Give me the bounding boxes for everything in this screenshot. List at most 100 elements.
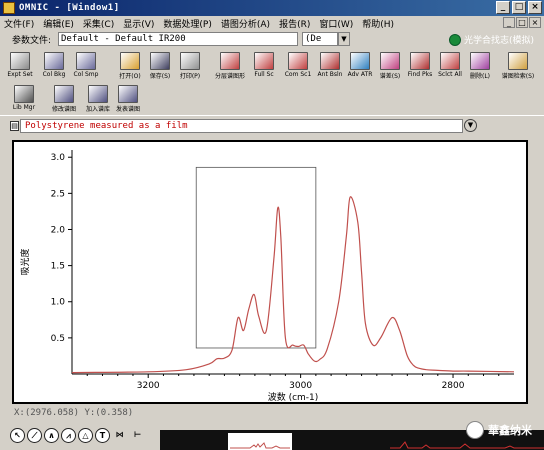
spectrum-title-row: ▤ Polystyrene measured as a film ▼ [0, 116, 544, 136]
toolbar-button-label: Lib Mgr [12, 104, 36, 111]
peak-area-tool-icon[interactable]: ⩘ [61, 428, 76, 443]
spectrum-title-field[interactable]: Polystyrene measured as a film [20, 119, 463, 133]
mdi-minimize-button[interactable]: _ [503, 17, 515, 28]
toolbar-button-2[interactable]: Col Smp [68, 52, 104, 82]
toolbar-button-label: Full Sc [254, 71, 274, 78]
mdi-close-button[interactable]: × [529, 17, 541, 28]
collect-sample-icon [76, 52, 96, 70]
x-tick-label: 3200 [137, 381, 160, 391]
menu-analyze[interactable]: 谱图分析(A) [221, 17, 270, 30]
chevron-down-icon[interactable]: ▼ [338, 32, 350, 46]
coordinate-readout: X:(2976.058) Y:(0.358) [14, 408, 134, 418]
toolbar-button-8[interactable]: Com Sc1 [280, 52, 316, 82]
toolbar-button-0[interactable]: Expt Set [2, 52, 38, 82]
printer-icon [180, 52, 200, 70]
toolbar-button-label: 分层谱图形 [214, 73, 245, 80]
menu-bar: 文件(F) 编辑(E) 采集(C) 显示(V) 数据处理(P) 谱图分析(A) … [0, 16, 544, 30]
open-folder-icon [120, 52, 140, 70]
collect-background-icon [44, 52, 64, 70]
delete-icon [470, 52, 490, 70]
toolbar-button-label: Ant Bsln [317, 71, 343, 78]
menu-edit[interactable]: 编辑(E) [43, 17, 74, 30]
toolbar-button-label: Col Bkg [42, 71, 66, 78]
selection-rectangle[interactable] [195, 166, 317, 349]
parameter-file-select[interactable]: Default - Default IR200 [58, 32, 298, 46]
toolbar-button-14[interactable]: 删除(L) [462, 52, 498, 82]
scale-tool-icon[interactable]: ⊢ [130, 428, 145, 443]
menu-collect[interactable]: 采集(C) [83, 17, 114, 30]
x-axis-label: 波数 (cm-1) [268, 391, 319, 402]
wechat-logo-icon [466, 421, 484, 439]
mdi-restore-button[interactable]: □ [516, 17, 528, 28]
common-scale-icon [288, 52, 308, 70]
toolbar-button-label: 打印(P) [179, 73, 201, 80]
region-tool-icon[interactable]: ⟋ [27, 428, 42, 443]
select-all-icon [440, 52, 460, 70]
toolbar-button-5[interactable]: 打印(P) [172, 52, 208, 82]
y-tick-label: 0.5 [51, 334, 65, 344]
stack-spectra-icon [220, 52, 240, 70]
close-button[interactable]: × [528, 1, 542, 14]
y-axis-label: 吸光度 [19, 248, 31, 275]
toolbar-button-label: Sclct All [438, 71, 462, 78]
brand-logo-icon [448, 33, 461, 46]
modify-spectrum-icon [54, 85, 74, 103]
menu-report[interactable]: 报告(R) [279, 17, 310, 30]
minimize-button[interactable]: _ [496, 1, 510, 14]
y-tick-label: 2.5 [51, 189, 65, 199]
toolbar-button-label: Find Pks [407, 71, 433, 78]
menu-help[interactable]: 帮助(H) [362, 17, 394, 30]
toolbar-button-16[interactable]: Lib Mgr [6, 85, 42, 115]
text-tool-icon[interactable]: T [95, 428, 110, 443]
selection-box[interactable] [195, 166, 317, 349]
x-tick-label: 2800 [442, 381, 465, 391]
watermark: 華鑫纳米 [466, 421, 532, 439]
toolbar-button-label: 谱图检索(S) [501, 73, 535, 80]
brand-text: 光学合找志(模拟) [463, 36, 534, 46]
toolbar-button-17[interactable]: 修改谱图 [46, 85, 82, 115]
maximize-button[interactable]: □ [512, 1, 526, 14]
coordinate-bar: X:(2976.058) Y:(0.358) [0, 406, 544, 420]
window-titlebar: OMNIC - [Window1] _ □ × [0, 0, 544, 16]
toolbar-button-15[interactable]: 谱图检索(S) [500, 52, 536, 82]
spectrum-line [71, 196, 515, 374]
y-tick-label: 3.0 [51, 153, 66, 163]
omnic-app-icon [3, 2, 15, 14]
toolbar-button-label: 删除(L) [469, 73, 491, 80]
plot-window: 0.5 1.0 1.5 2.0 2.5 3.0 3200 3000 2800 吸光度 波数 (c… [0, 136, 544, 406]
baseline-tool-icon[interactable]: △ [78, 428, 93, 443]
window-title: OMNIC - [Window1] [19, 3, 120, 13]
toolbar-button-label: 发表谱图 [115, 106, 140, 113]
zoom-tool-icon[interactable]: ⋈ [112, 428, 127, 443]
peak-height-tool-icon[interactable]: ∧ [44, 428, 59, 443]
parameter-extra-value: (De [305, 34, 322, 44]
spectrum-chart[interactable]: 0.5 1.0 1.5 2.0 2.5 3.0 3200 3000 2800 吸光度 波数 (c… [14, 142, 526, 403]
subtract-icon [380, 52, 400, 70]
toolbar-button-7[interactable]: Full Sc [246, 52, 282, 82]
parameter-file-label: 参数文件: [12, 35, 52, 46]
add-to-library-icon [88, 85, 108, 103]
save-disk-icon [150, 52, 170, 70]
document-icon[interactable]: ▤ [10, 121, 19, 131]
x-tick-label: 3000 [289, 381, 312, 391]
toolbar-button-label: 加入谱库 [85, 106, 110, 113]
toolbar-button-label: 修改谱图 [51, 106, 76, 113]
menu-window[interactable]: 窗口(W) [319, 17, 353, 30]
menu-process[interactable]: 数据处理(P) [163, 17, 211, 30]
toolbar-button-label: Expt Set [7, 71, 33, 78]
parameter-extra-select[interactable]: (De [302, 32, 338, 46]
toolbar-button-1[interactable]: Col Bkg [36, 52, 72, 82]
watermark-text: 華鑫纳米 [488, 424, 532, 437]
parameter-row: 参数文件: Default - Default IR200 (De ▼ 光学合找… [0, 30, 544, 48]
advanced-atr-icon [350, 52, 370, 70]
library-manager-icon [14, 85, 34, 103]
toolbar-button-19[interactable]: 发表谱图 [110, 85, 146, 115]
menu-view[interactable]: 显示(V) [123, 17, 154, 30]
chevron-down-icon[interactable]: ▼ [464, 119, 477, 132]
pointer-tool-icon[interactable]: ↖ [10, 428, 25, 443]
menu-file[interactable]: 文件(F) [4, 17, 34, 30]
parameter-file-value: Default - Default IR200 [61, 34, 186, 44]
brand-label: 光学合找志(模拟) [448, 33, 534, 46]
plot-frame: 0.5 1.0 1.5 2.0 2.5 3.0 3200 3000 2800 吸光度 波数 (c… [12, 140, 528, 404]
toolbar-button-6[interactable]: 分层谱图形 [212, 52, 248, 82]
